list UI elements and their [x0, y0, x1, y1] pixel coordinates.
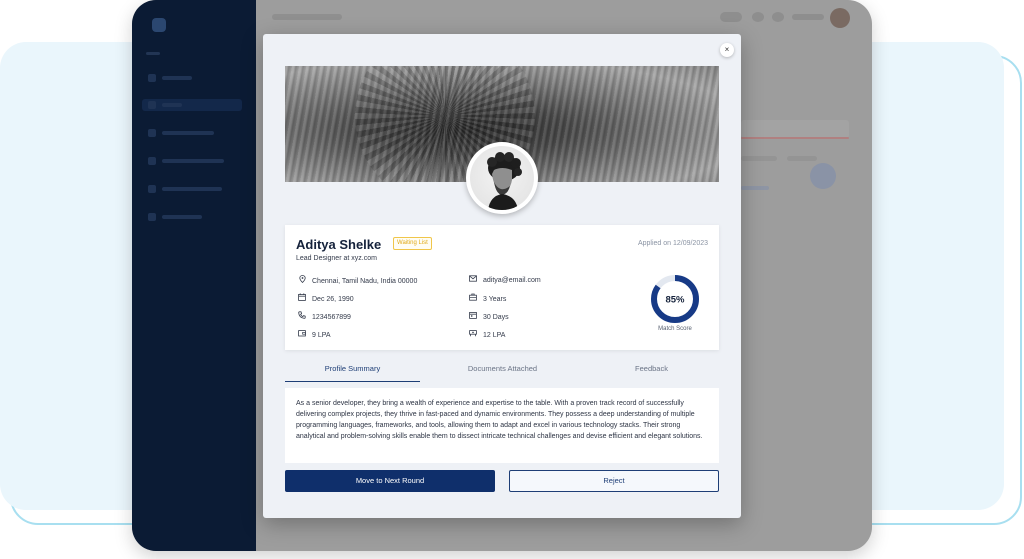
- avatar[interactable]: [830, 8, 850, 28]
- tab-profile-summary[interactable]: Profile Summary: [285, 358, 420, 382]
- detail-location: Chennai, Tamil Nadu, India 00000: [297, 275, 417, 285]
- background-text: [787, 156, 817, 161]
- sidebar-item[interactable]: [146, 72, 236, 84]
- screen: × Aditya Shelke Waiting List Lead Design…: [0, 0, 1024, 559]
- app-window: × Aditya Shelke Waiting List Lead Design…: [132, 0, 872, 551]
- money-icon: [468, 329, 478, 341]
- close-icon[interactable]: ×: [720, 43, 734, 57]
- detail-experience: 3 Years: [468, 293, 506, 303]
- settings-icon[interactable]: [772, 12, 784, 22]
- current-salary-text: 9 LPA: [312, 332, 331, 339]
- briefcase-icon: [468, 293, 478, 305]
- portrait-illustration: [487, 152, 522, 210]
- match-score-label: Match Score: [658, 326, 692, 332]
- location-pin-icon: [297, 275, 307, 287]
- sidebar-item[interactable]: [146, 127, 236, 139]
- expected-salary-text: 12 LPA: [483, 332, 506, 339]
- tab-feedback[interactable]: Feedback: [584, 358, 719, 382]
- status-badge: Waiting List: [393, 237, 432, 250]
- candidate-name: Aditya Shelke: [296, 237, 382, 252]
- profile-photo: [466, 142, 538, 214]
- phone-text: 1234567899: [312, 314, 351, 321]
- detail-notice-period: 30 Days: [468, 311, 509, 321]
- candidate-role: Lead Designer at xyz.com: [296, 255, 377, 262]
- phone-icon: [297, 311, 307, 323]
- applied-date: Applied on 12/09/2023: [637, 240, 708, 247]
- header-pill[interactable]: [720, 12, 742, 22]
- location-text: Chennai, Tamil Nadu, India 00000: [312, 278, 418, 285]
- sidebar-section-label: [146, 52, 160, 55]
- candidate-modal: × Aditya Shelke Waiting List Lead Design…: [263, 34, 741, 518]
- sidebar: [132, 0, 256, 551]
- sidebar-item[interactable]: [146, 183, 236, 195]
- match-score-value: 85%: [665, 295, 685, 306]
- search-input[interactable]: [272, 14, 342, 20]
- detail-current-salary: 9 LPA: [297, 329, 331, 339]
- app-logo: [152, 18, 166, 32]
- calendar-clock-icon: [468, 311, 478, 323]
- mail-icon: [468, 275, 478, 286]
- candidate-info-card: Aditya Shelke Waiting List Lead Designer…: [285, 225, 719, 350]
- reject-button[interactable]: Reject: [509, 470, 719, 492]
- user-name: [792, 14, 824, 20]
- wallet-icon: [297, 329, 307, 341]
- top-bar: [256, 0, 872, 36]
- background-text: [741, 156, 777, 161]
- background-panel: [741, 120, 849, 138]
- background-chart: [810, 163, 836, 189]
- dob-text: Dec 26, 1990: [312, 296, 354, 303]
- move-to-next-round-button[interactable]: Move to Next Round: [285, 470, 495, 492]
- background-divider: [741, 137, 849, 139]
- profile-summary-text: As a senior developer, they bring a weal…: [285, 388, 719, 463]
- sidebar-item[interactable]: [146, 155, 236, 167]
- sidebar-item[interactable]: [146, 211, 236, 223]
- match-score-ring: 85%: [651, 275, 699, 323]
- detail-expected-salary: 12 LPA: [468, 329, 505, 339]
- tab-documents-attached[interactable]: Documents Attached: [435, 358, 570, 382]
- background-text: [741, 186, 769, 190]
- sidebar-item-active[interactable]: [142, 99, 242, 111]
- calendar-icon: [297, 293, 307, 305]
- detail-phone: 1234567899: [297, 311, 351, 321]
- email-text: aditya@email.com: [483, 277, 541, 284]
- notice-period-text: 30 Days: [483, 314, 509, 321]
- notification-icon[interactable]: [752, 12, 764, 22]
- detail-dob: Dec 26, 1990: [297, 293, 354, 303]
- experience-text: 3 Years: [483, 296, 507, 303]
- detail-email: aditya@email.com: [468, 275, 541, 285]
- profile-portrait: [470, 146, 534, 210]
- profile-tabs: Profile Summary Documents Attached Feedb…: [285, 358, 719, 382]
